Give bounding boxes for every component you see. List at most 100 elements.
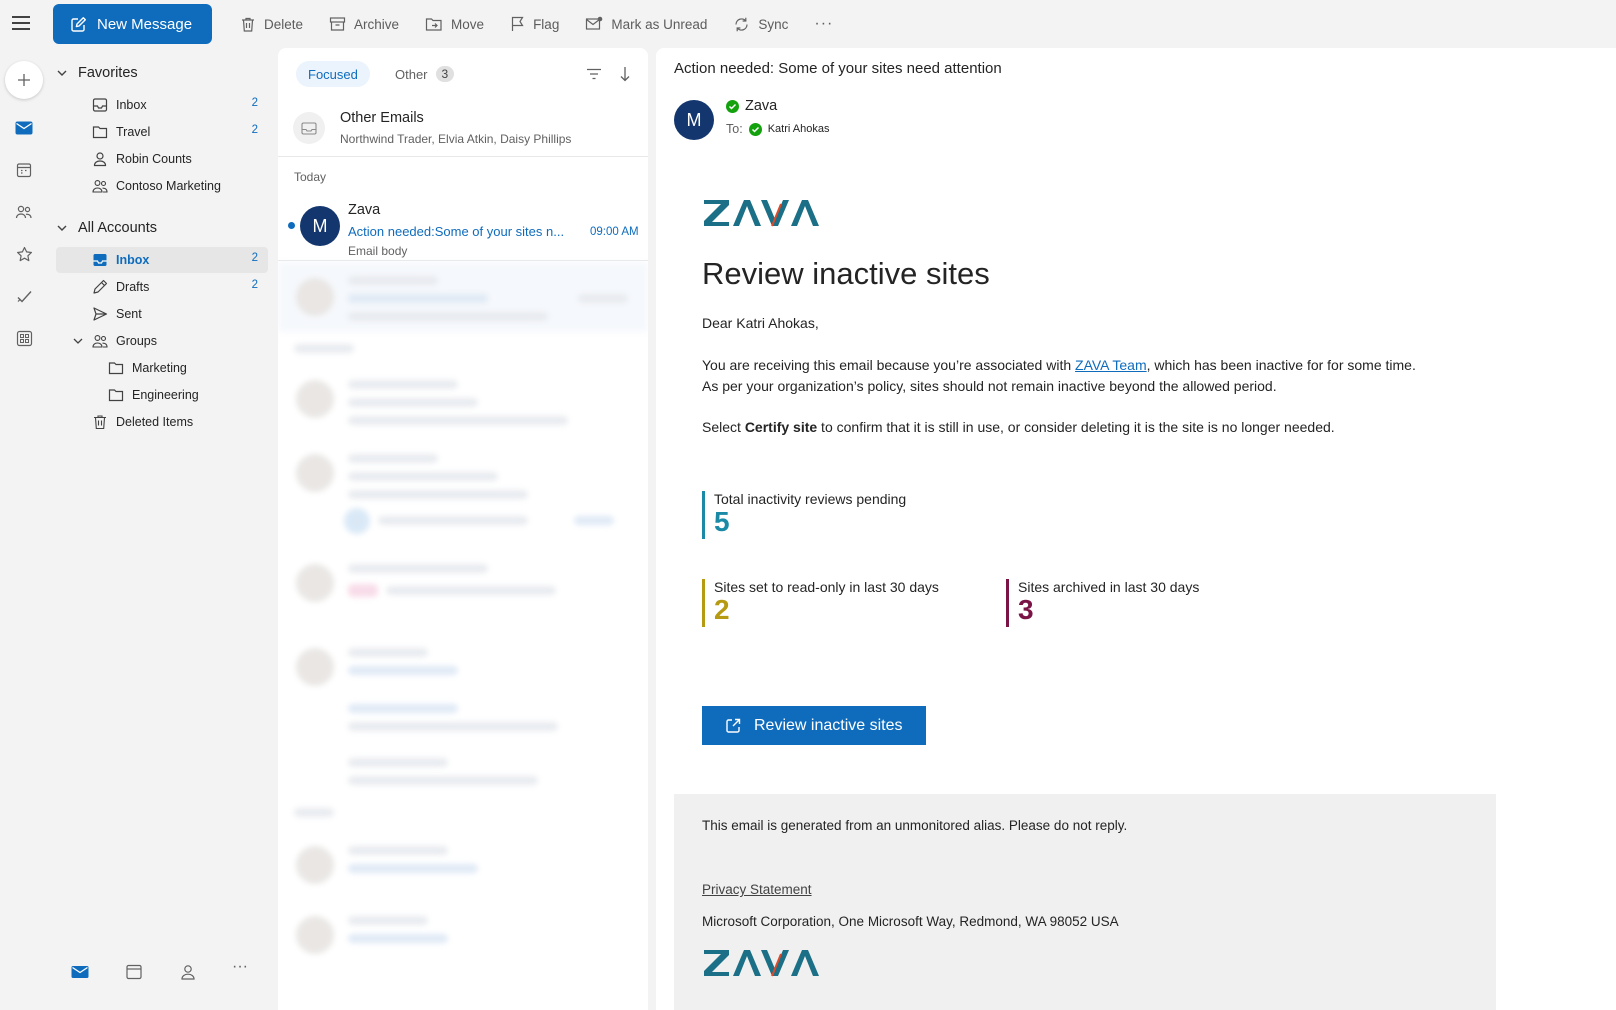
stat-label: Sites archived in last 30 days — [1018, 579, 1200, 595]
favorite-contoso-marketing[interactable]: Contoso Marketing — [56, 173, 268, 199]
new-message-button[interactable]: New Message — [53, 4, 212, 44]
more-actions-button[interactable]: ··· — [814, 15, 833, 33]
open-external-icon — [726, 718, 741, 733]
email-paragraph-1: You are receiving this email because you… — [702, 355, 1432, 397]
more-apps-button[interactable]: ··· — [232, 958, 252, 978]
people-icon — [15, 205, 32, 219]
reading-pane: Action needed: Some of your sites need a… — [656, 48, 1616, 1010]
delete-button[interactable]: Delete — [240, 16, 303, 33]
email-footer: This email is generated from an unmonito… — [674, 794, 1496, 1010]
footer-note: This email is generated from an unmonito… — [702, 818, 1128, 833]
folder-marketing[interactable]: Marketing — [56, 355, 268, 381]
filter-icon[interactable] — [586, 68, 602, 80]
drafts-pencil-icon — [93, 279, 108, 294]
stat-archived: Sites archived in last 30 days 3 — [1006, 579, 1200, 627]
folder-deleted-items[interactable]: Deleted Items — [56, 409, 268, 435]
zava-team-link[interactable]: ZAVA Team — [1075, 357, 1147, 373]
other-emails-senders: Northwind Trader, Elvia Atkin, Daisy Phi… — [340, 132, 572, 146]
message-sender: Zava — [348, 202, 381, 218]
other-count-badge: 3 — [435, 66, 455, 82]
unread-count: 2 — [251, 124, 258, 136]
folder-label: Marketing — [132, 361, 187, 375]
send-icon — [93, 307, 108, 321]
move-label: Move — [451, 16, 485, 32]
mail-icon — [15, 121, 33, 135]
review-inactive-sites-button[interactable]: Review inactive sites — [702, 706, 926, 745]
email-heading: Review inactive sites — [702, 256, 990, 291]
favorite-inbox[interactable]: Inbox 2 — [56, 92, 268, 118]
favorites-app-button[interactable] — [12, 242, 36, 266]
certify-site-emphasis: Certify site — [744, 419, 818, 435]
flag-label: Flag — [533, 16, 560, 32]
cta-label: Review inactive sites — [754, 716, 903, 734]
trash-icon — [242, 17, 254, 32]
add-app-button[interactable] — [5, 61, 43, 99]
blurred-message-item — [278, 638, 648, 788]
unread-count: 2 — [251, 252, 258, 264]
favorites-header[interactable]: Favorites — [56, 65, 138, 81]
folder-label: Drafts — [116, 280, 150, 294]
paragraph-text: to confirm that it is still in use, or c… — [817, 419, 1335, 435]
group-header-today: Today — [294, 170, 327, 184]
delete-label: Delete — [264, 16, 304, 32]
folder-sent[interactable]: Sent — [56, 301, 268, 327]
tab-focused-label: Focused — [308, 66, 358, 82]
verified-check-icon — [748, 122, 762, 136]
inbox-icon — [92, 98, 108, 112]
flag-button[interactable]: Flag — [510, 16, 559, 32]
move-button[interactable]: Move — [425, 16, 484, 32]
email-greeting: Dear Katri Ahokas, — [702, 315, 819, 331]
folder-label: Inbox — [116, 253, 150, 267]
folder-icon — [92, 126, 108, 139]
mark-unread-label: Mark as Unread — [611, 16, 708, 32]
sort-icon[interactable] — [618, 66, 632, 82]
sender-line: Zava — [726, 98, 777, 114]
calendar-app-button[interactable] — [12, 158, 36, 182]
folder-groups[interactable]: Groups — [56, 328, 268, 354]
mail-icon[interactable] — [70, 962, 90, 982]
sender-avatar[interactable]: M — [674, 100, 714, 140]
zava-footer-logo — [704, 950, 819, 977]
blurred-message-item — [278, 262, 648, 332]
star-icon — [16, 246, 32, 261]
folder-engineering[interactable]: Engineering — [56, 382, 268, 408]
folder-label: Engineering — [132, 388, 199, 402]
group-icon — [92, 180, 108, 193]
calendar-icon[interactable] — [124, 962, 144, 982]
other-emails-title: Other Emails — [340, 110, 424, 126]
bottom-nav: ··· — [48, 948, 272, 998]
mail-app-button[interactable] — [12, 116, 36, 140]
plus-icon — [18, 74, 30, 86]
sender-name[interactable]: Zava — [745, 98, 777, 114]
stat-value: 5 — [714, 506, 730, 537]
email-paragraph-2: Select Certify site to confirm that it i… — [702, 417, 1432, 438]
archive-button[interactable]: Archive — [329, 16, 399, 32]
recipient-name[interactable]: Katri Ahokas — [768, 123, 830, 135]
favorite-robin-counts[interactable]: Robin Counts — [56, 146, 268, 172]
folder-inbox[interactable]: Inbox 2 — [56, 247, 268, 273]
calendar-icon — [16, 163, 32, 178]
apps-app-button[interactable] — [12, 326, 36, 350]
person-icon[interactable] — [178, 962, 198, 982]
people-app-button[interactable] — [12, 200, 36, 224]
hamburger-menu-icon[interactable] — [12, 12, 34, 34]
favorite-travel[interactable]: Travel 2 — [56, 119, 268, 145]
tab-other[interactable]: Other 3 — [387, 61, 462, 87]
apps-grid-icon — [16, 330, 32, 346]
unread-count: 2 — [251, 97, 258, 109]
todo-app-button[interactable] — [12, 284, 36, 308]
folder-icon — [108, 389, 124, 402]
all-accounts-header[interactable]: All Accounts — [56, 220, 157, 236]
privacy-statement-link[interactable]: Privacy Statement — [702, 882, 812, 897]
folder-drafts[interactable]: Drafts 2 — [56, 274, 268, 300]
tab-focused[interactable]: Focused — [296, 61, 370, 87]
compose-icon — [71, 17, 86, 32]
chevron-down-icon — [73, 338, 83, 344]
chevron-down-icon — [57, 225, 67, 231]
message-list: Focused Other 3 Other Emails Northwind T… — [278, 48, 648, 1010]
divider — [278, 260, 648, 261]
tab-other-label: Other — [395, 66, 428, 82]
mark-unread-button[interactable]: Mark as Unread — [585, 16, 707, 32]
sync-button[interactable]: Sync — [733, 16, 788, 33]
inbox-icon — [93, 254, 107, 266]
